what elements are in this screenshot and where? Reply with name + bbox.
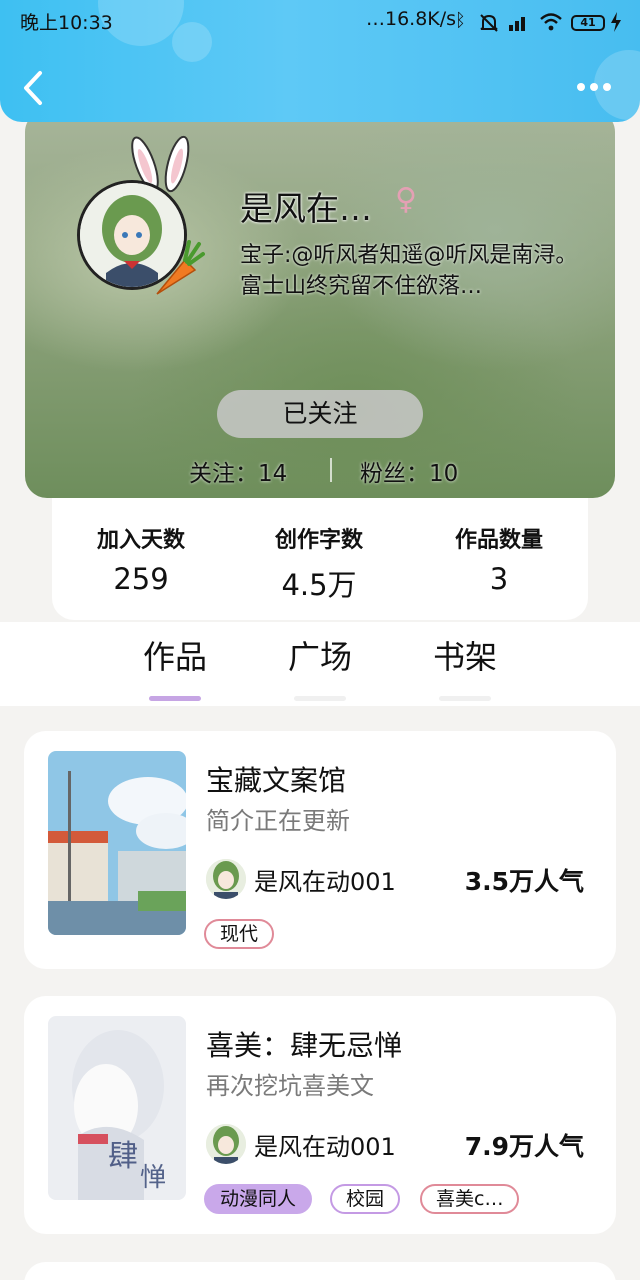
charging-icon — [611, 12, 621, 32]
genre-tag[interactable]: 校园 — [330, 1184, 401, 1214]
top-bar: 晚上10:33 …16.8K/s ᛒ 41 — [0, 0, 640, 122]
battery-indicator: 41 — [571, 15, 605, 31]
following-count[interactable]: 关注：14 — [189, 454, 287, 488]
stat-label: 创作字数 — [274, 528, 363, 553]
book-cover[interactable]: 肆 惮 — [48, 1016, 186, 1200]
tab-bar: 作品 广场 书架 — [0, 622, 640, 706]
svg-text:肆: 肆 — [108, 1139, 138, 1174]
stats-panel: 加入天数 259 创作字数 4.5万 作品数量 3 — [52, 498, 588, 620]
book-card[interactable]: 宝藏文案馆 简介正在更新 是风在动001 3.5万人气 现代 — [24, 731, 616, 969]
wifi-icon — [540, 13, 562, 31]
more-button[interactable] — [576, 80, 612, 94]
stat-label: 作品数量 — [454, 528, 543, 553]
popularity: 3.5万人气 — [464, 867, 584, 896]
popularity: 7.9万人气 — [464, 1132, 584, 1161]
stat-join-days: 加入天数 259 — [66, 522, 216, 596]
tab-label: 广场 — [287, 638, 352, 676]
tab-indicator — [439, 696, 491, 701]
tab-label: 作品 — [142, 638, 207, 676]
followers-count[interactable]: 粉丝：10 — [360, 454, 458, 488]
tab-indicator — [149, 696, 201, 701]
stat-value: 259 — [113, 562, 169, 596]
status-time: 晚上10:33 — [20, 12, 113, 34]
tab-square[interactable]: 广场 — [270, 632, 370, 701]
carrot-decor — [156, 240, 205, 295]
username: 是风在… — [240, 189, 372, 228]
book-description: 再次挖坑喜美文 — [206, 1072, 374, 1100]
genre-tag[interactable]: 现代 — [204, 919, 275, 949]
genre-tag[interactable]: 喜美c… — [420, 1184, 520, 1214]
network-speed: …16.8K/s — [366, 8, 457, 30]
stat-word-count: 创作字数 4.5万 — [244, 522, 394, 604]
stat-value: 3 — [489, 562, 509, 596]
back-button[interactable] — [22, 70, 44, 106]
mute-bell-icon — [480, 14, 498, 32]
bluetooth-icon: ᛒ — [455, 10, 466, 31]
author-name: 是风在动001 — [254, 1133, 396, 1161]
genre-tag[interactable]: 动漫同人 — [204, 1184, 313, 1214]
signal-icon — [509, 17, 525, 31]
stat-value: 4.5万 — [281, 568, 357, 602]
stat-label: 加入天数 — [96, 528, 185, 553]
book-title[interactable]: 宝藏文案馆 — [206, 759, 346, 799]
status-bar: 晚上10:33 …16.8K/s ᛒ 41 — [0, 6, 640, 34]
author-avatar — [206, 1124, 246, 1164]
author-avatar — [206, 859, 246, 899]
female-gender-icon: ♀ — [395, 182, 417, 217]
follow-counts: 关注：14 粉丝：10 — [25, 450, 615, 488]
tab-bookshelf[interactable]: 书架 — [415, 632, 515, 701]
tab-works[interactable]: 作品 — [125, 632, 225, 701]
tab-label: 书架 — [432, 638, 497, 676]
book-title[interactable]: 喜美：肆无忌惮 — [206, 1024, 402, 1064]
book-card[interactable]: 肆 惮 喜美：肆无忌惮 再次挖坑喜美文 是风在动001 7.9万人气 动漫同人 … — [24, 996, 616, 1234]
profile-card: 是风在… ♀ 宝子:@听风者知遥@听风是南浔。富士山终究留不住欲落… 已关注 关… — [25, 110, 615, 498]
stat-work-count: 作品数量 3 — [424, 522, 574, 596]
followed-button[interactable]: 已关注 — [217, 390, 423, 438]
author-name: 是风在动001 — [254, 868, 396, 896]
user-bio: 宝子:@听风者知遥@听风是南浔。富士山终究留不住欲落… — [240, 243, 578, 299]
divider — [330, 458, 332, 482]
tab-indicator — [294, 696, 346, 701]
book-cover[interactable] — [48, 751, 186, 935]
svg-text:惮: 惮 — [140, 1163, 166, 1193]
book-description: 简介正在更新 — [206, 807, 350, 835]
book-card[interactable] — [24, 1262, 616, 1280]
